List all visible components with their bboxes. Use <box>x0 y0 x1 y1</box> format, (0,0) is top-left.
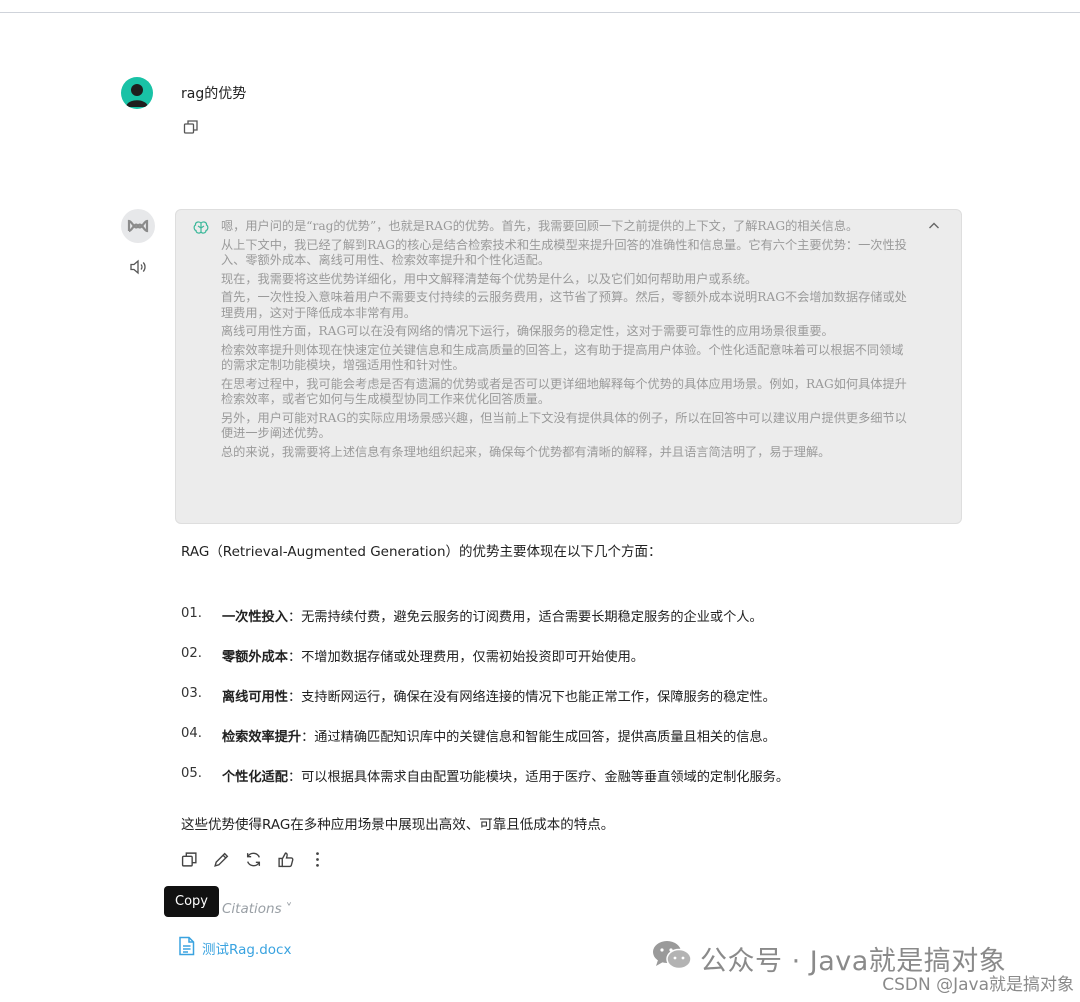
answer-summary: 这些优势使得RAG在多种应用场景中展现出高效、可靠且低成本的特点。 <box>181 817 615 833</box>
list-item-text: ：无需持续付费，避免云服务的订阅费用，适合需要长期稳定服务的企业或个人。 <box>287 610 763 625</box>
list-item-title: 检索效率提升 <box>222 730 302 745</box>
top-border <box>0 0 1080 13</box>
thinking-paragraph: 总的来说，我需要将上述信息有条理地组织起来，确保每个优势都有清晰的解释，并且语言… <box>221 444 831 459</box>
list-number: 03. <box>181 686 202 701</box>
user-message: rag的优势 <box>181 86 247 102</box>
list-number: 02. <box>181 646 202 661</box>
file-name: 测试Rag.docx <box>202 942 292 958</box>
thinking-paragraph: 离线可用性方面，RAG可以在没有网络的情况下运行，确保服务的稳定性，这对于需要可… <box>221 324 834 338</box>
message-actions <box>181 848 341 870</box>
list-number: 01. <box>181 606 202 621</box>
list-item-text: ：不增加数据存储或处理费用，仅需初始投资即可开始使用。 <box>287 650 644 665</box>
answer-intro: RAG（Retrieval-Augmented Generation）的优势主要… <box>181 544 662 560</box>
edit-icon[interactable] <box>213 848 245 870</box>
citations-toggle[interactable]: Citations ˅ <box>222 901 292 917</box>
citation-file-link[interactable]: 测试Rag.docx <box>178 936 291 960</box>
assistant-avatar <box>121 209 155 243</box>
list-item: 02. 零额外成本：不增加数据存储或处理费用，仅需初始投资即可开始使用。 <box>181 646 941 686</box>
list-item-text: ：通过精确匹配知识库中的关键信息和智能生成回答，提供高质量且相关的信息。 <box>301 730 776 745</box>
more-icon[interactable] <box>309 848 341 870</box>
chevron-down-icon: ˅ <box>285 901 293 917</box>
thinking-panel: 嗯，用户问的是“rag的优势”，也就是RAG的优势。首先，我需要回顾一下之前提供… <box>175 209 962 524</box>
list-item: 05. 个性化适配：可以根据具体需求自由配置功能模块，适用于医疗、金融等垂直领域… <box>181 766 941 806</box>
brain-icon <box>193 220 209 239</box>
csdn-watermark: CSDN @Java就是搞对象 <box>882 975 1074 995</box>
document-icon <box>178 936 195 960</box>
citations-label: Citations <box>222 901 282 917</box>
list-item: 01. 一次性投入：无需持续付费，避免云服务的订阅费用，适合需要长期稳定服务的企… <box>181 606 941 646</box>
thinking-paragraph: 现在，我需要将这些优势详细化，用中文解释清楚每个优势是什么，以及它们如何帮助用户… <box>221 271 758 286</box>
thinking-paragraph: 嗯，用户问的是“rag的优势”，也就是RAG的优势。首先，我需要回顾一下之前提供… <box>221 219 859 233</box>
thinking-text: 嗯，用户问的是“rag的优势”，也就是RAG的优势。首先，我需要回顾一下之前提供… <box>221 219 911 463</box>
list-item-title: 零额外成本 <box>222 650 288 665</box>
list-item: 03. 离线可用性：支持断网运行，确保在没有网络连接的情况下也能正常工作，保障服… <box>181 686 941 726</box>
chevron-up-icon[interactable] <box>927 218 941 237</box>
speaker-icon[interactable] <box>129 259 147 279</box>
thumbs-up-icon[interactable] <box>277 848 309 870</box>
list-number: 05. <box>181 766 202 781</box>
list-item-title: 个性化适配 <box>222 770 288 785</box>
thinking-paragraph: 在思考过程中，我可能会考虑是否有遗漏的优势或者是否可以更详细地解释每个优势的具体… <box>221 376 907 407</box>
list-number: 04. <box>181 726 202 741</box>
thinking-paragraph: 首先，一次性投入意味着用户不需要支付持续的云服务费用，这节省了预算。然后，零额外… <box>221 290 907 320</box>
copy-icon[interactable] <box>181 848 213 870</box>
copy-icon[interactable] <box>183 119 199 139</box>
advantage-list: 01. 一次性投入：无需持续付费，避免云服务的订阅费用，适合需要长期稳定服务的企… <box>181 606 941 806</box>
thinking-paragraph: 另外，用户可能对RAG的实际应用场景感兴趣，但当前上下文没有提供具体的例子，所以… <box>221 410 907 441</box>
copy-tooltip: Copy <box>164 886 219 917</box>
list-item: 04. 检索效率提升：通过精确匹配知识库中的关键信息和智能生成回答，提供高质量且… <box>181 726 941 766</box>
list-item-title: 一次性投入 <box>222 610 288 625</box>
list-item-text: ：可以根据具体需求自由配置功能模块，适用于医疗、金融等垂直领域的定制化服务。 <box>287 770 790 785</box>
regenerate-icon[interactable] <box>245 848 277 870</box>
list-item-title: 离线可用性 <box>222 690 288 705</box>
user-avatar <box>121 77 153 109</box>
wechat-icon <box>652 939 692 978</box>
list-item-text: ：支持断网运行，确保在没有网络连接的情况下也能正常工作，保障服务的稳定性。 <box>287 690 776 705</box>
thinking-paragraph: 检索效率提升则体现在快速定位关键信息和生成高质量的回答上，这有助于提高用户体验。… <box>221 342 904 373</box>
thinking-paragraph: 从上下文中，我已经了解到RAG的核心是结合检索技术和生成模型来提升回答的准确性和… <box>221 237 907 268</box>
